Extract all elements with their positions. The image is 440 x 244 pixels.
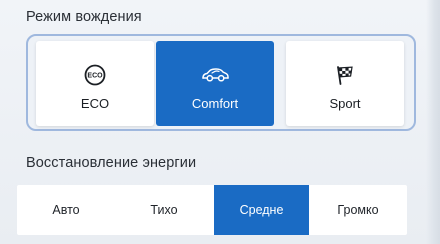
eco-icon: ECO: [80, 63, 110, 87]
checkered-flag-icon: [330, 63, 360, 87]
drive-mode-comfort-button[interactable]: Comfort: [156, 41, 274, 126]
regeneration-title: Восстановление энергии: [26, 155, 197, 171]
drive-mode-selector: ECO ECO Comfort Sport: [26, 34, 416, 131]
drive-mode-sport-button[interactable]: Sport: [286, 41, 404, 126]
drive-mode-sport-label: Sport: [329, 96, 361, 111]
drive-mode-eco-button[interactable]: ECO ECO: [36, 41, 154, 126]
regen-auto-button[interactable]: Авто: [17, 185, 115, 235]
car-comfort-icon: [200, 63, 230, 87]
regeneration-selector: Авто Тихо Средне Громко: [17, 185, 407, 235]
regen-medium-button[interactable]: Средне: [214, 185, 309, 235]
regen-quiet-button[interactable]: Тихо: [115, 185, 213, 235]
drive-mode-eco-label: ECO: [80, 96, 110, 111]
drive-mode-comfort-label: Comfort: [191, 96, 239, 111]
svg-text:ECO: ECO: [87, 73, 103, 80]
right-edge-panel: [426, 0, 440, 244]
drive-mode-title: Режим вождения: [26, 9, 142, 25]
regen-loud-button[interactable]: Громко: [309, 185, 407, 235]
